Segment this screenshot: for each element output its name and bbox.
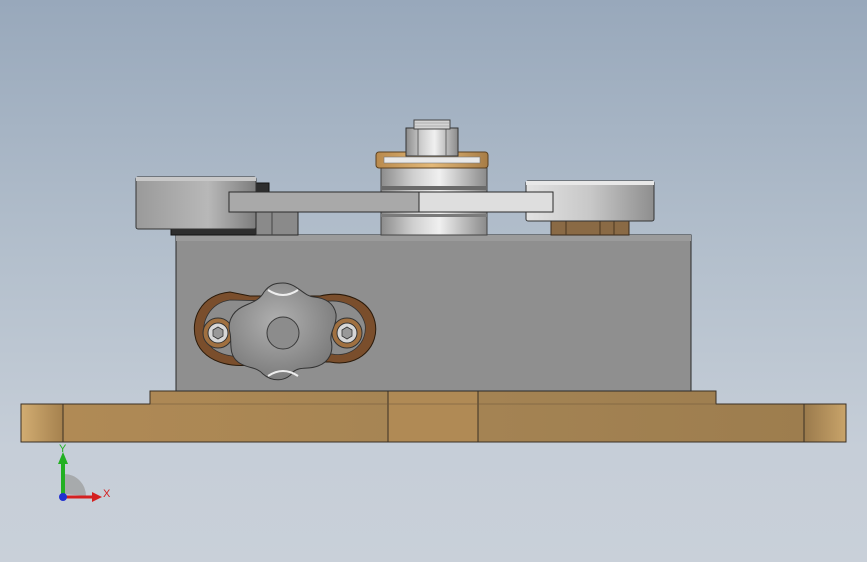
left-socket-screw[interactable] (207, 322, 229, 344)
x-axis-label: X (103, 488, 111, 500)
axis-triad: Y X (58, 443, 111, 502)
3d-viewport[interactable]: Y X (0, 0, 867, 562)
model-view[interactable]: Y X (0, 0, 867, 562)
right-socket-screw[interactable] (336, 322, 358, 344)
y-axis-label: Y (59, 443, 67, 455)
base-plate[interactable] (20, 390, 847, 443)
hex-nut[interactable] (405, 119, 459, 157)
